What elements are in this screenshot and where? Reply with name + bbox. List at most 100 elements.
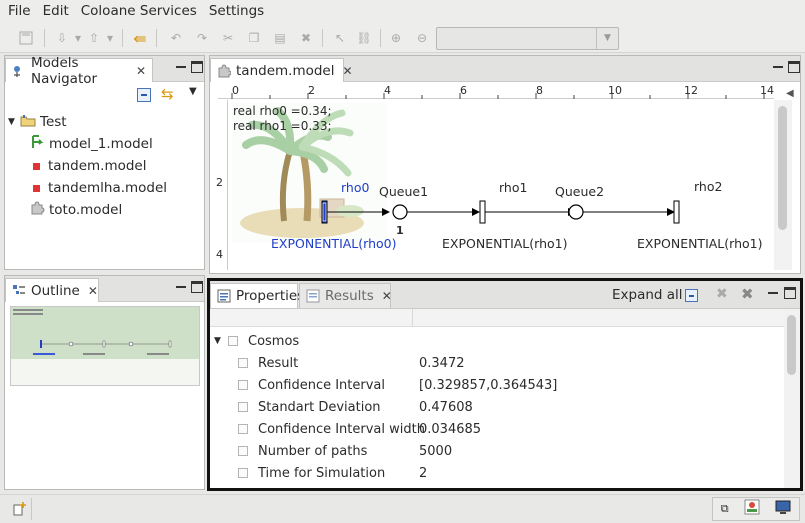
delete-icon[interactable]: ✖	[296, 28, 316, 48]
petri-net-canvas[interactable]: real rho0 =0.34; real rho1 =0.33; rho0 E…	[229, 100, 774, 270]
tab-properties[interactable]: Properties	[210, 283, 304, 308]
tab-outline[interactable]: Outline ✕	[5, 278, 99, 302]
transition-distribution: EXPONENTIAL(rho1)	[637, 236, 763, 251]
table-row[interactable]: Result 0.3472	[210, 352, 780, 374]
expand-icon[interactable]: ▼	[8, 117, 20, 127]
transition-rho1[interactable]	[479, 200, 486, 224]
vertical-ruler: 2 4	[212, 100, 228, 270]
minimize-button[interactable]	[767, 287, 779, 299]
minimize-button[interactable]	[175, 281, 187, 293]
scroll-left-icon[interactable]: ◀	[786, 88, 794, 99]
remove-icon[interactable]: ✖	[716, 286, 728, 302]
import-icon[interactable]: ⇚	[130, 28, 150, 48]
checkbox-icon	[238, 446, 248, 456]
zoom-out-icon[interactable]: ⊖	[412, 28, 432, 48]
zoom-in-icon[interactable]: ⊕	[386, 28, 406, 48]
monitor-icon[interactable]	[775, 499, 791, 519]
tab-results[interactable]: Results ✕	[299, 283, 392, 308]
error-marker-icon	[33, 162, 40, 170]
puzzle-icon	[217, 63, 231, 78]
outline-thumbnail[interactable]	[10, 306, 200, 386]
minimize-button[interactable]	[772, 61, 784, 73]
scroll-thumb[interactable]	[787, 315, 796, 375]
view-menu-icon[interactable]: ▼	[189, 86, 197, 97]
maximize-button[interactable]	[788, 61, 800, 73]
link-icon[interactable]: ⛓	[354, 28, 374, 48]
menu-file[interactable]: File	[2, 0, 37, 23]
results-icon	[306, 289, 320, 303]
close-icon[interactable]: ✕	[88, 284, 98, 298]
models-navigator-panel: Models Navigator ✕ ⇆ ▼ ▼ Test model_1.mo…	[4, 55, 205, 270]
minimize-button[interactable]	[175, 61, 187, 73]
tree-item-model-1[interactable]: model_1.model	[31, 133, 153, 155]
tab-models-navigator[interactable]: Models Navigator ✕	[5, 55, 153, 87]
table-row[interactable]: Confidence Interval width 0.034685	[210, 418, 780, 440]
checkbox-icon	[238, 424, 248, 434]
maximize-button[interactable]	[784, 287, 796, 299]
remove-all-icon[interactable]: ✖	[741, 285, 754, 303]
table-row[interactable]: Number of paths 5000	[210, 440, 780, 462]
copy-icon[interactable]: ❐	[244, 28, 264, 48]
main-toolbar: ⇩ ▾ ⇧ ▾ ⇚ ↶ ↷ ✂ ❐ ▤ ✖ ↖ ⛓ ⊕ ⊖ ▼	[0, 23, 805, 53]
transition-distribution: EXPONENTIAL(rho0)	[271, 236, 397, 251]
chevron-down-icon[interactable]: ▼	[596, 28, 618, 49]
menu-bar: File Edit Coloane Services Settings	[0, 0, 805, 23]
model-icon	[31, 134, 45, 154]
transition-label: rho2	[694, 179, 723, 194]
expand-icon[interactable]: ▼	[214, 336, 228, 346]
outline-panel: Outline ✕	[4, 275, 205, 490]
transition-label: rho1	[499, 180, 528, 195]
place-label: Queue2	[555, 184, 605, 199]
paste-icon[interactable]: ▤	[270, 28, 290, 48]
checkbox-icon	[228, 336, 238, 346]
transition-distribution: EXPONENTIAL(rho1)	[442, 236, 568, 251]
editor-panel: tandem.model ✕ 0 2 4 6 8 10 12 14 ◀ 2 4	[209, 55, 801, 274]
maximize-button[interactable]	[191, 281, 203, 293]
link-with-editor-icon[interactable]: ⇆	[161, 85, 174, 103]
token-count: 1	[396, 224, 404, 237]
tree-item-tandemlha[interactable]: tandemlha.model	[33, 177, 167, 199]
cut-icon[interactable]: ✂	[218, 28, 238, 48]
redo-icon[interactable]: ↷	[192, 28, 212, 48]
collapse-all-icon[interactable]	[137, 88, 151, 102]
scroll-thumb[interactable]	[778, 106, 787, 230]
outline-icon	[12, 284, 26, 298]
close-icon[interactable]: ✕	[136, 64, 146, 78]
menu-edit[interactable]: Edit	[37, 0, 75, 23]
table-row[interactable]: Standart Deviation 0.47608	[210, 396, 780, 418]
error-marker-icon	[33, 184, 40, 192]
collapse-all-icon[interactable]	[685, 289, 698, 302]
tree-item-test[interactable]: ▼ Test	[8, 111, 67, 133]
save-icon[interactable]	[16, 28, 36, 48]
tree-item-tandem[interactable]: tandem.model	[33, 155, 146, 177]
menu-coloane-services[interactable]: Coloane Services	[75, 0, 203, 23]
expand-all-button[interactable]: Expand all	[612, 287, 683, 303]
editor-scrollbar[interactable]	[774, 100, 792, 270]
tree-group-cosmos[interactable]: ▼ Cosmos	[214, 330, 784, 352]
close-icon[interactable]: ✕	[342, 64, 352, 78]
pointer-icon[interactable]: ↖	[330, 28, 350, 48]
place-queue2[interactable]	[568, 204, 584, 220]
place-label: Queue1	[379, 184, 429, 199]
tree-item-toto[interactable]: toto.model	[29, 199, 122, 221]
perspective-icon[interactable]	[744, 499, 760, 519]
horizontal-ruler: 0 2 4 6 8 10 12 14	[218, 83, 774, 99]
transition-label: rho0	[341, 180, 370, 195]
table-row[interactable]: Time for Simulation 2	[210, 462, 780, 484]
results-panel: Properties Results ✕ Expand all ✖ ✖ ▼ Co…	[207, 278, 803, 491]
tab-tandem-model[interactable]: tandem.model ✕	[210, 58, 353, 82]
open-perspective-icon[interactable]: ⧉	[721, 502, 729, 516]
fast-view-icon[interactable]	[8, 498, 32, 520]
table-header	[210, 309, 784, 327]
results-scrollbar[interactable]	[784, 309, 800, 488]
checkbox-icon	[238, 402, 248, 412]
maximize-button[interactable]	[191, 61, 203, 73]
transition-rho2[interactable]	[673, 200, 680, 224]
close-icon[interactable]: ✕	[382, 289, 392, 303]
menu-settings[interactable]: Settings	[203, 0, 270, 23]
dropdown-icon[interactable]: ▾	[100, 28, 120, 48]
zoom-combo[interactable]: ▼	[436, 27, 619, 50]
undo-icon[interactable]: ↶	[166, 28, 186, 48]
place-queue1[interactable]	[392, 204, 408, 220]
table-row[interactable]: Confidence Interval [0.329857,0.364543]	[210, 374, 780, 396]
